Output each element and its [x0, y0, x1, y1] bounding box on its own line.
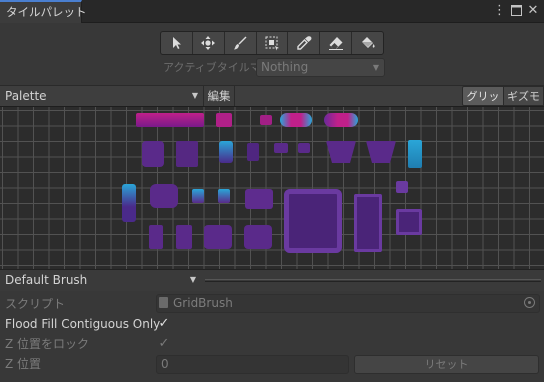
palette-value: Palette — [5, 89, 47, 103]
chevron-down-icon: ▼ — [189, 275, 196, 284]
tile[interactable] — [204, 225, 232, 249]
palette-dropdown[interactable]: Palette ▼ — [3, 87, 202, 105]
tile[interactable] — [408, 140, 422, 168]
chevron-down-icon: ▼ — [372, 63, 379, 72]
gizmo-toggle-button[interactable]: ギズモ — [504, 86, 544, 106]
maximize-icon[interactable] — [509, 3, 523, 19]
script-label: スクリプト — [5, 297, 66, 311]
flood-fill-checkbox[interactable]: ✓ — [157, 317, 171, 331]
tile-tool-bar — [160, 31, 384, 55]
tile[interactable] — [142, 141, 164, 167]
palette-grid[interactable] — [0, 107, 544, 269]
tile[interactable] — [150, 184, 178, 208]
lock-z-checkbox[interactable]: ✓ — [157, 337, 171, 351]
tile[interactable] — [149, 225, 163, 249]
move-tool-button[interactable] — [193, 32, 225, 54]
tile[interactable] — [176, 225, 192, 249]
grid-toggle-button[interactable]: グリッド — [462, 86, 504, 123]
tile[interactable] — [284, 189, 342, 253]
tile[interactable] — [219, 141, 233, 163]
brush-dropdown[interactable]: Default Brush ▼ — [2, 271, 200, 289]
active-tilemap-dropdown[interactable]: Nothing ▼ — [256, 58, 385, 77]
arrow-cursor-icon — [173, 37, 182, 49]
chevron-down-icon: ▼ — [191, 91, 198, 100]
script-field: GridBrush — [156, 294, 540, 313]
lock-z-label: Z 位置をロック — [5, 337, 90, 351]
object-picker-icon[interactable] — [524, 297, 535, 308]
edit-button[interactable]: 編集 — [203, 86, 235, 106]
eraser-icon — [328, 37, 343, 50]
box-fill-icon — [265, 36, 279, 51]
z-position-label: Z 位置 — [5, 357, 42, 371]
tile[interactable] — [280, 113, 312, 127]
tile[interactable] — [274, 143, 288, 153]
brush-icon — [234, 36, 247, 50]
tile[interactable] — [354, 194, 382, 252]
tile[interactable] — [247, 143, 259, 161]
select-tool-button[interactable] — [161, 32, 193, 54]
z-position-field[interactable]: 0 — [156, 355, 349, 374]
tile[interactable] — [326, 141, 356, 163]
tile[interactable] — [176, 141, 198, 167]
more-options-icon[interactable]: ⋮ — [493, 3, 506, 19]
picker-tool-button[interactable] — [288, 32, 321, 54]
move-icon — [201, 36, 216, 50]
tile[interactable] — [298, 143, 310, 153]
box-fill-tool-button[interactable] — [257, 32, 289, 54]
splitter-handle[interactable] — [205, 279, 541, 282]
brush-value: Default Brush — [5, 273, 88, 287]
tile[interactable] — [396, 181, 408, 193]
paint-tool-button[interactable] — [225, 32, 257, 54]
eyedropper-icon — [297, 36, 312, 50]
tile[interactable] — [122, 184, 136, 222]
flood-fill-label: Flood Fill Contiguous Only — [5, 317, 161, 331]
tab-tile-palette[interactable]: タイルパレット — [0, 0, 87, 23]
active-tilemap-label: アクティブタイルマッ — [163, 61, 257, 74]
tile[interactable] — [244, 225, 272, 249]
tile[interactable] — [396, 209, 422, 235]
close-icon[interactable]: ✕ — [526, 3, 540, 19]
tile[interactable] — [216, 113, 232, 127]
tile[interactable] — [324, 113, 358, 127]
tile[interactable] — [260, 115, 272, 125]
script-file-icon — [159, 297, 168, 308]
erase-tool-button[interactable] — [320, 32, 353, 54]
tile[interactable] — [218, 189, 230, 203]
script-value: GridBrush — [173, 296, 233, 310]
active-tilemap-value: Nothing — [261, 60, 309, 74]
tile[interactable] — [192, 189, 204, 203]
fill-tool-button[interactable] — [352, 32, 383, 54]
tile[interactable] — [136, 113, 204, 127]
tile[interactable] — [245, 189, 273, 209]
paint-bucket-icon — [361, 37, 375, 48]
tile[interactable] — [366, 141, 396, 163]
reset-button[interactable]: リセット — [354, 355, 539, 374]
